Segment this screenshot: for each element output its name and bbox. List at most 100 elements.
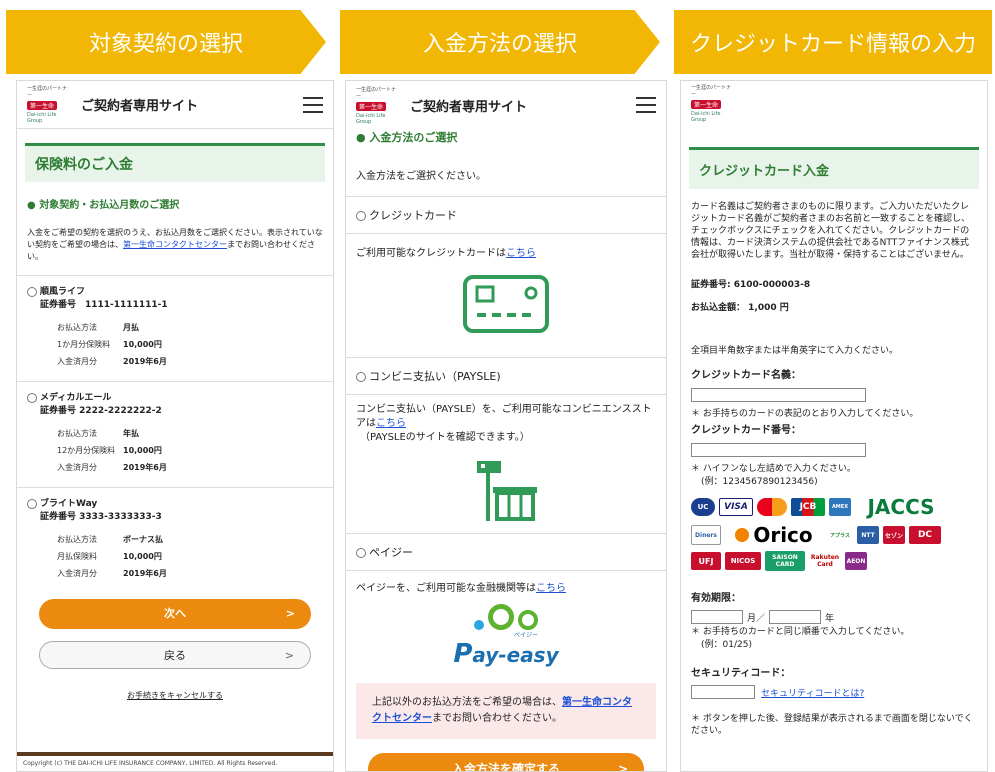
credit-option[interactable]: クレジットカード: [346, 197, 666, 223]
dai-ichi-logo[interactable]: 一生涯のパートナー 第一生命 Dai-ichi Life Group: [691, 85, 735, 123]
policy-number: 証券番号: 6100-000003-8: [691, 280, 811, 290]
credit-label: クレジットカード: [369, 209, 457, 222]
site-header: 一生涯のパートナー 第一生命 Dai-ichi Life Group ご契約者専…: [17, 81, 333, 129]
contract-item[interactable]: ブライトWay 証券番号 3333-3333333-3 お払込方法 ボーナス払 月…: [17, 487, 333, 593]
credit-here-link[interactable]: こちら: [506, 248, 536, 259]
radio-icon[interactable]: [27, 498, 37, 509]
row-value: 10,000円: [123, 340, 162, 349]
contact-center-link[interactable]: 第一生命コンタクトセンター: [123, 240, 227, 249]
contract-name: 順風ライフ: [27, 284, 323, 297]
confirm-label: 入金方法を確定する: [451, 762, 560, 772]
contract-name-text: ブライトWay: [40, 499, 98, 509]
expiry-example: (例：01/25): [701, 640, 752, 650]
cvc-row: セキュリティコードとは?: [681, 679, 987, 699]
chevron-right-icon: >: [617, 762, 628, 772]
cvc-input[interactable]: [691, 685, 755, 699]
logo-name: 第一生命: [27, 101, 57, 110]
other-after: までお問い合わせください。: [432, 713, 562, 724]
payment-method-panel: 一生涯のパートナー 第一生命 Dai-ichi Life Group ご契約者専…: [345, 80, 667, 772]
payeasy-wordmark: Pay-easy: [453, 639, 559, 669]
conv-here-link[interactable]: こちら: [376, 418, 406, 429]
convenience-option[interactable]: コンビニ支払い（PAYSLE): [346, 358, 666, 384]
payeasy-kana: ペイジー: [513, 632, 538, 639]
row-value: 2019年6月: [123, 357, 167, 366]
next-button[interactable]: 次へ >: [39, 599, 311, 629]
radio-icon[interactable]: [356, 211, 366, 221]
contract-name: メディカルエール: [27, 390, 323, 403]
row-key: お払込方法: [57, 535, 97, 544]
intro-text: 入金をご希望の契約を選択のうえ、お払込月数をご選択ください。表示されていない契約…: [27, 227, 323, 263]
contract-item[interactable]: メディカルエール 証券番号 2222-2222222-2 お払込方法 年払 12か…: [17, 381, 333, 487]
jcb-logo: JCB: [791, 498, 825, 516]
section-title: ● 入金方法のご選択: [356, 131, 458, 144]
hamburger-menu-icon[interactable]: [636, 97, 656, 113]
section-title: ● 対象契約・お払込月数のご選択: [27, 200, 180, 211]
orico-logo: Orico: [725, 523, 823, 547]
step-banner-1: 対象契約の選択: [6, 10, 326, 74]
site-title: ご契約者専用サイト: [81, 99, 199, 114]
hamburger-menu-icon[interactable]: [303, 96, 323, 113]
year-label: 年: [825, 613, 835, 624]
credit-card-icon: [346, 275, 666, 333]
step-banner-3: クレジットカード情報の入力: [674, 10, 992, 74]
site-title: ご契約者専用サイト: [410, 99, 528, 115]
card-name-input[interactable]: [691, 388, 866, 402]
radio-icon[interactable]: [27, 392, 37, 403]
row-value: 年払: [123, 429, 139, 438]
card-number-label: クレジットカード番号：: [691, 425, 801, 436]
prompt-text: 入金方法をご選択ください。: [356, 171, 486, 182]
month-label: 月／: [747, 613, 766, 624]
row-key: 入金済月分: [57, 463, 97, 472]
row-value: 10,000円: [123, 552, 162, 561]
logo-group: Dai-ichi Life Group: [356, 112, 386, 125]
cvc-label: セキュリティコード：: [691, 668, 791, 679]
back-button[interactable]: 戻る >: [39, 641, 311, 669]
amex-logo: AMEX: [829, 498, 851, 516]
conv-note: （PAYSLEのサイトを確認できます。）: [360, 432, 530, 443]
dai-ichi-logo[interactable]: 一生涯のパートナー 第一生命 Dai-ichi Life Group: [27, 86, 71, 124]
footer-note: ＊ ボタンを押した後、登録結果が表示されるまで画面を閉じないでください。: [691, 714, 973, 736]
nicos-logo: NICOS: [725, 552, 761, 570]
payeasy-option[interactable]: ペイジー: [346, 534, 666, 560]
chevron-right-icon: >: [285, 607, 295, 620]
expiry-month-input[interactable]: [691, 610, 743, 624]
other-methods-box: 上記以外のお払込方法をご希望の場合は、第一生命コンタクトセンターまでお問い合わせ…: [356, 683, 656, 739]
radio-icon[interactable]: [27, 286, 37, 297]
radio-icon[interactable]: [356, 372, 366, 382]
logo-tagline: 一生涯のパートナー: [27, 86, 68, 99]
card-brand-logos: UC VISA MC JCB AMEX JACCS Diners Orico ア…: [681, 487, 971, 571]
orico-text: Orico: [753, 523, 813, 547]
expiry-label: 有効期限：: [691, 593, 741, 604]
contract-name: ブライトWay: [27, 496, 323, 509]
uc-logo: UC: [691, 498, 715, 516]
credit-radio-label[interactable]: クレジットカード: [356, 207, 656, 223]
payeasy-here-link[interactable]: こちら: [536, 583, 566, 594]
chevron-right-icon: >: [284, 649, 294, 662]
copyright-text: Copyright (c) THE DAI-ICHI LIFE INSURANC…: [23, 760, 278, 767]
contract-policy: 証券番号 2222-2222222-2: [40, 406, 162, 416]
page-title-box: 保険料のご入金: [25, 143, 325, 182]
expiry-year-input[interactable]: [769, 610, 822, 624]
payeasy-info: ペイジーを、ご利用可能な金融機関等はこちら: [346, 571, 666, 594]
contract-policy: 証券番号 3333-3333333-3: [40, 512, 162, 522]
jaccs-logo: JACCS: [855, 495, 947, 519]
expiry-hint: ＊ お手持ちのカードと同じ順番で入力してください。: [691, 627, 910, 637]
card-number-input[interactable]: [691, 443, 866, 457]
cvc-help-link[interactable]: セキュリティコードとは?: [761, 686, 864, 699]
page-title-box: クレジットカード入金: [689, 147, 979, 189]
contract-item[interactable]: 順風ライフ 証券番号 1111-1111111-1 お払込方法 月払 1か月分保険…: [17, 275, 333, 381]
dai-ichi-logo[interactable]: 一生涯のパートナー 第一生命 Dai-ichi Life Group: [356, 87, 400, 125]
credit-info: ご利用可能なクレジットカードはこちら: [346, 234, 666, 259]
row-value: 2019年6月: [123, 569, 167, 578]
payeasy-dots-icon: [474, 604, 538, 630]
saison-logo: セゾン: [883, 526, 905, 544]
notice-text: カード名義はご契約者さまのものに限ります。ご入力いただいたクレジットカード名義が…: [691, 202, 971, 260]
visa-logo: VISA: [719, 498, 753, 516]
other-before: 上記以外のお払込方法をご希望の場合は、: [372, 697, 562, 708]
payeasy-wordmark-text: ay-easy: [472, 643, 559, 667]
cancel-link[interactable]: お手続きをキャンセルする: [127, 691, 223, 700]
row-value: 2019年6月: [123, 463, 167, 472]
radio-icon[interactable]: [356, 548, 366, 558]
confirm-method-button[interactable]: 入金方法を確定する >: [368, 753, 644, 772]
row-key: 月払保険料: [57, 552, 97, 561]
